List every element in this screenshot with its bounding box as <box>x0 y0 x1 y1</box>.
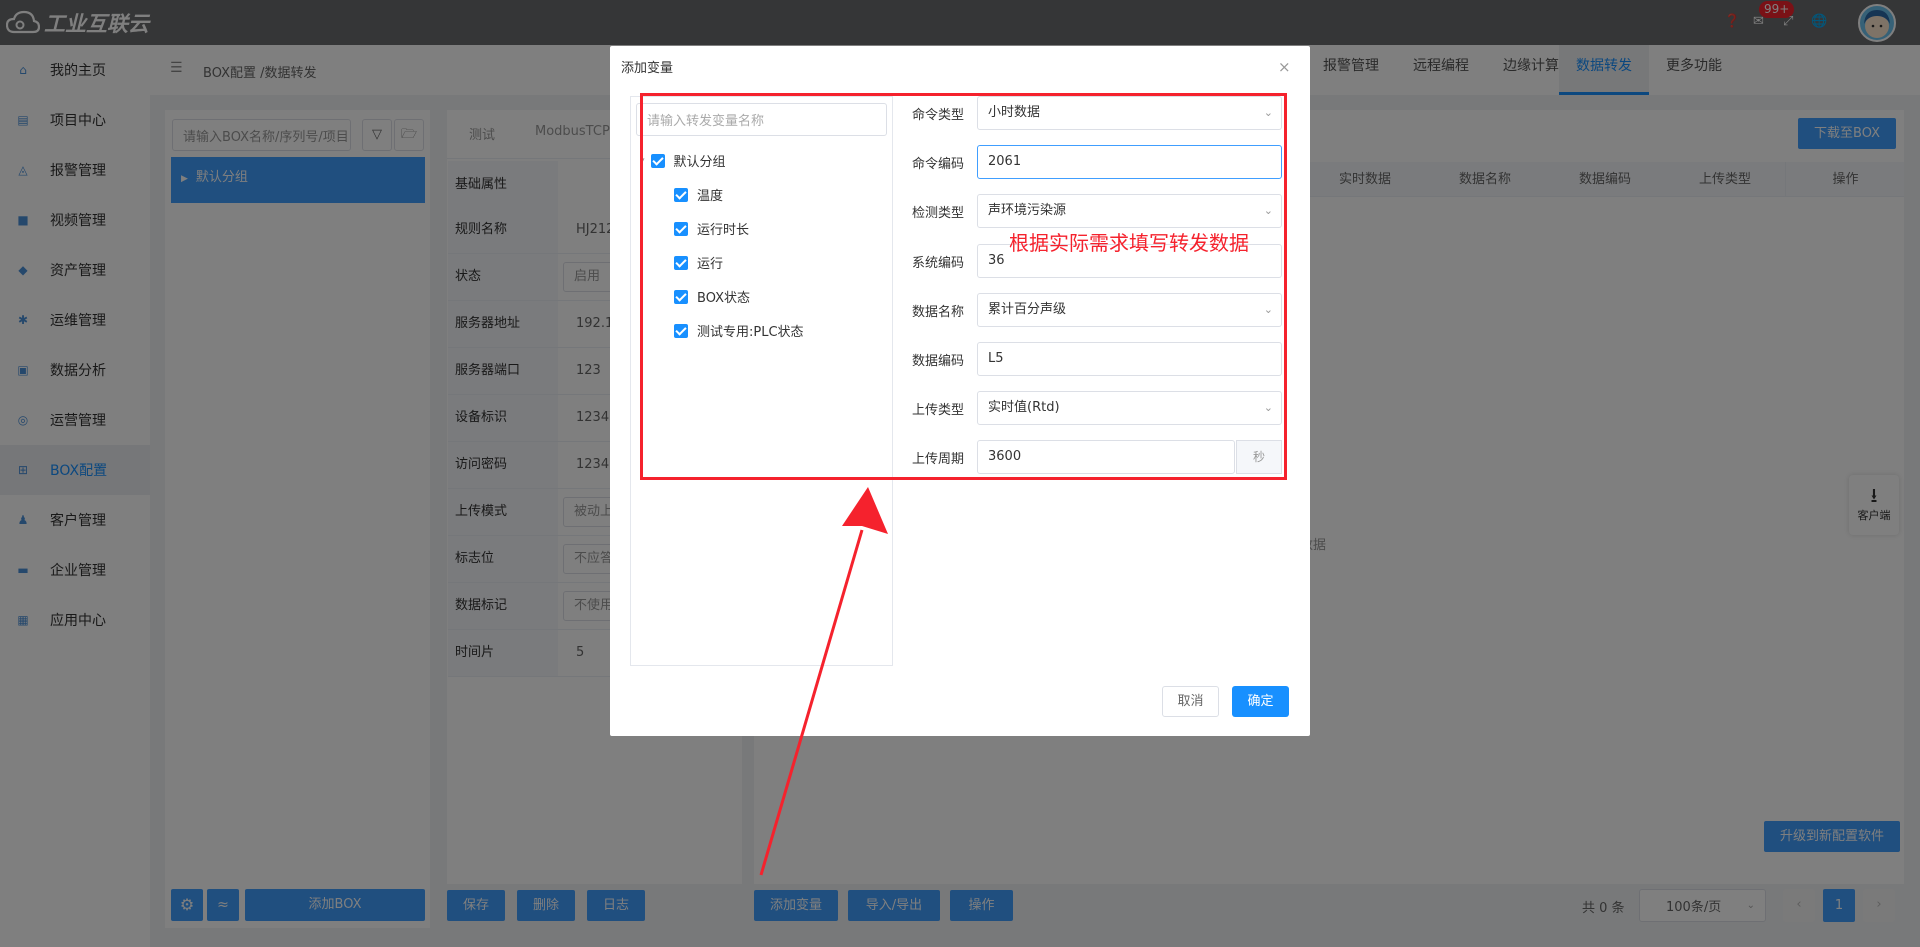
annotation-text: 根据实际需求填写转发数据 <box>1009 231 1249 255</box>
cancel-button[interactable]: 取消 <box>1162 686 1219 717</box>
confirm-button[interactable]: 确定 <box>1232 686 1289 717</box>
close-icon[interactable]: × <box>1278 58 1291 76</box>
dialog-title: 添加变量 <box>621 61 674 76</box>
annotation-box <box>640 93 1287 480</box>
annotation-arrow-icon <box>759 487 888 876</box>
